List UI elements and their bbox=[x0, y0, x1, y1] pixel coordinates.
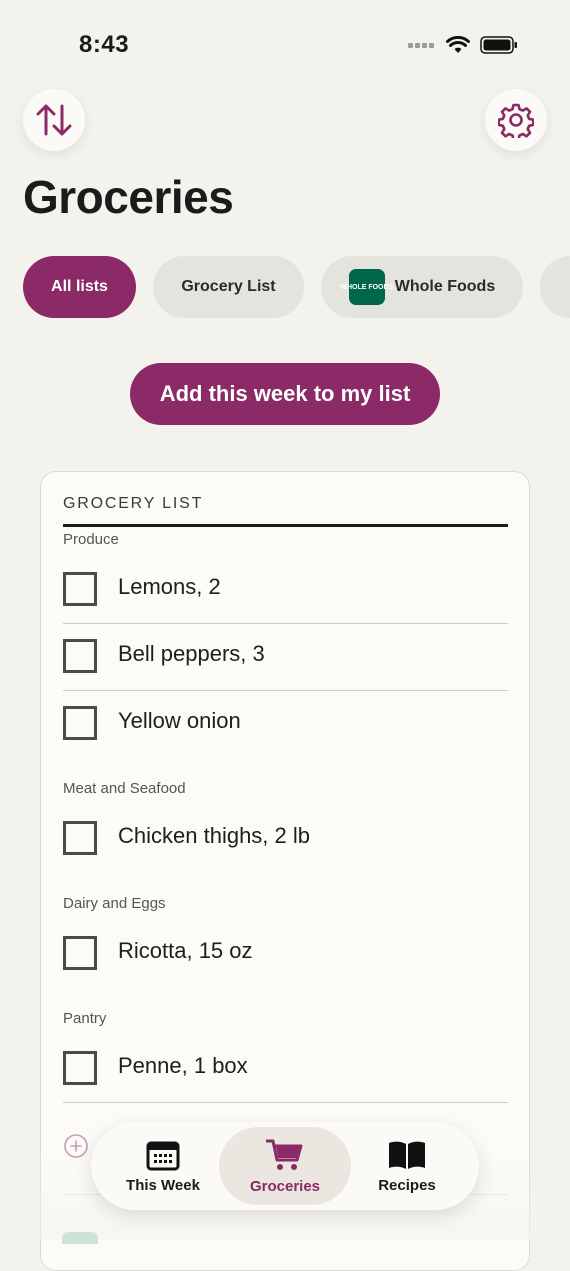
list-filter-chips: All lists Grocery List WHOLE FOODS Whole… bbox=[23, 256, 570, 318]
list-title: GROCERY LIST bbox=[63, 495, 204, 512]
tab-label: This Week bbox=[126, 1176, 200, 1194]
calendar-icon bbox=[146, 1141, 180, 1170]
partial-tag bbox=[62, 1232, 98, 1244]
book-icon bbox=[389, 1141, 425, 1169]
tab-this-week[interactable]: This Week bbox=[97, 1127, 229, 1205]
item-label: Ricotta, 15 oz bbox=[118, 938, 253, 963]
tab-label: Recipes bbox=[378, 1176, 436, 1194]
item-label: Chicken thighs, 2 lb bbox=[118, 823, 310, 848]
sort-button[interactable] bbox=[23, 89, 85, 151]
item-checkbox[interactable] bbox=[63, 706, 97, 740]
list-item[interactable]: Lemons, 2 bbox=[63, 557, 508, 623]
section-label-pantry: Pantry bbox=[63, 1010, 107, 1027]
item-checkbox[interactable] bbox=[63, 639, 97, 673]
battery-icon bbox=[480, 36, 517, 54]
wifi-icon bbox=[446, 36, 470, 53]
item-label: Yellow onion bbox=[118, 708, 241, 733]
tab-bar: This Week Groceries Recipes bbox=[91, 1122, 479, 1210]
chip-label: All lists bbox=[51, 278, 108, 295]
chip-label: Whole Foods bbox=[394, 278, 496, 295]
item-label: Bell peppers, 3 bbox=[118, 641, 265, 666]
chip-grocery-list[interactable]: Grocery List bbox=[153, 256, 304, 318]
status-bar: 8:43 bbox=[0, 0, 570, 90]
tab-recipes[interactable]: Recipes bbox=[341, 1127, 473, 1205]
tab-groceries[interactable]: Groceries bbox=[219, 1127, 351, 1205]
chip-all-lists[interactable]: All lists bbox=[23, 256, 136, 318]
item-checkbox[interactable] bbox=[63, 936, 97, 970]
whole-foods-logo: WHOLE FOODS bbox=[340, 269, 393, 305]
item-checkbox[interactable] bbox=[63, 572, 97, 606]
list-item[interactable]: Bell peppers, 3 bbox=[63, 624, 508, 690]
list-item[interactable]: Chicken thighs, 2 lb bbox=[63, 806, 508, 872]
add-week-to-list-button[interactable]: Add this week to my list bbox=[130, 363, 440, 425]
section-label-produce: Produce bbox=[63, 531, 119, 548]
sort-arrows-icon bbox=[36, 104, 72, 136]
item-checkbox[interactable] bbox=[63, 1051, 97, 1085]
page-title: Groceries bbox=[23, 171, 234, 223]
section-label-dairy: Dairy and Eggs bbox=[63, 895, 166, 912]
divider bbox=[63, 1102, 508, 1103]
cart-icon bbox=[266, 1139, 303, 1170]
tab-label: Groceries bbox=[249, 1177, 321, 1195]
title-rule bbox=[63, 524, 508, 527]
item-label: Lemons, 2 bbox=[118, 574, 221, 599]
list-item[interactable]: Ricotta, 15 oz bbox=[63, 921, 508, 987]
list-item[interactable]: Yellow onion bbox=[63, 691, 508, 757]
signal-icon bbox=[408, 43, 434, 48]
item-label: Penne, 1 box bbox=[118, 1053, 248, 1078]
status-icons bbox=[408, 36, 518, 54]
status-time: 8:43 bbox=[79, 31, 130, 58]
settings-button[interactable] bbox=[485, 89, 547, 151]
section-label-meat: Meat and Seafood bbox=[63, 780, 186, 797]
chip-whole-foods[interactable]: WHOLE FOODS Whole Foods bbox=[321, 256, 523, 318]
item-checkbox[interactable] bbox=[63, 821, 97, 855]
gear-icon bbox=[498, 103, 534, 138]
chip-more-partial[interactable] bbox=[540, 256, 570, 318]
chip-label: Grocery List bbox=[181, 278, 276, 295]
list-item[interactable]: Penne, 1 box bbox=[63, 1036, 508, 1102]
